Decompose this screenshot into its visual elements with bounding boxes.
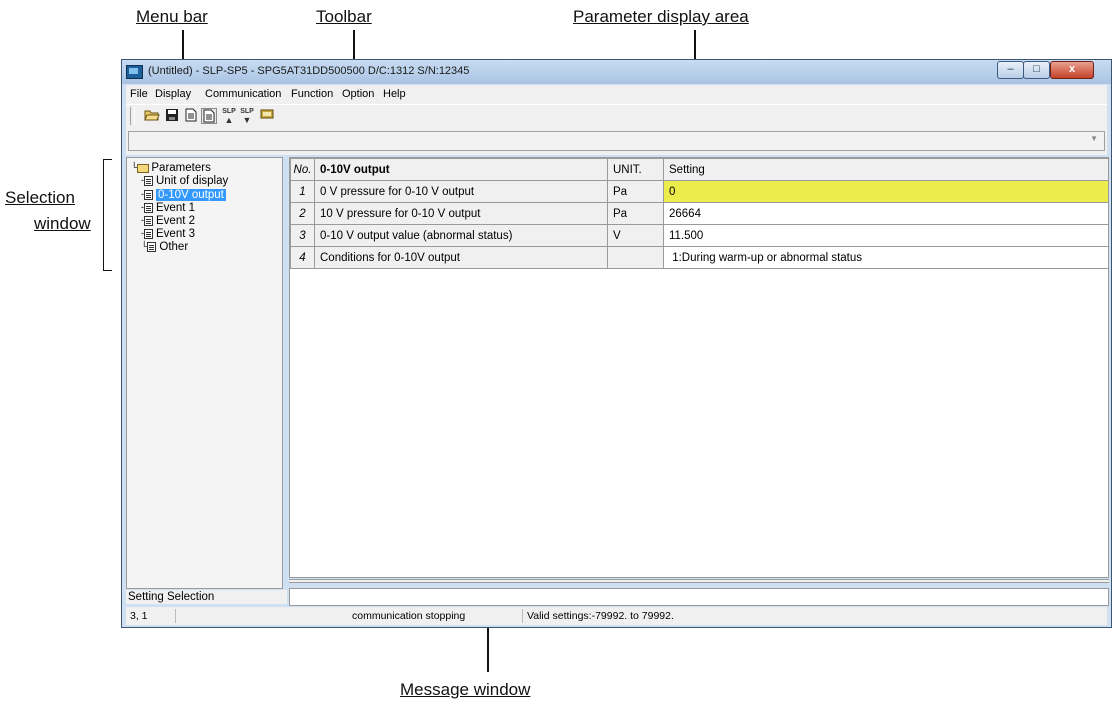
- row-no: 2: [290, 202, 315, 225]
- document-icon: [144, 229, 153, 239]
- menu-file[interactable]: File: [130, 88, 148, 100]
- menu-bar: File Display Communication Function Opti…: [126, 85, 1107, 104]
- tree-item-event-3[interactable]: - Event 3: [141, 228, 195, 241]
- app-window: (Untitled) - SLP-SP5 - SPG5AT31DD500500 …: [121, 59, 1112, 628]
- save-disk-icon[interactable]: [164, 108, 180, 124]
- message-label: Setting Selection: [128, 591, 215, 603]
- menu-option[interactable]: Option: [342, 88, 374, 100]
- menu-communication[interactable]: Communication: [205, 88, 281, 100]
- parameter-table: No. 0-10V output UNIT. Setting 1 0 V pre…: [290, 158, 1108, 269]
- slp-upload-icon[interactable]: SLP ▲: [221, 108, 237, 125]
- status-position: 3, 1: [130, 610, 148, 622]
- toolbar: SLP ▲ SLP ▼: [126, 104, 1107, 130]
- status-valid-settings: Valid settings:-79992. to 79992.: [522, 609, 827, 623]
- tree-item-label: 0-10V output: [156, 189, 226, 201]
- tree-item-label: Event 1: [156, 202, 195, 214]
- document-icon: [147, 242, 157, 252]
- window-title: (Untitled) - SLP-SP5 - SPG5AT31DD500500 …: [148, 65, 470, 77]
- close-button[interactable]: x: [1050, 61, 1094, 79]
- callout-selection-window-2: window: [34, 214, 91, 233]
- open-folder-icon[interactable]: [144, 108, 160, 124]
- title-bar[interactable]: (Untitled) - SLP-SP5 - SPG5AT31DD500500 …: [122, 60, 1111, 84]
- app-icon[interactable]: [126, 65, 143, 79]
- row-item: Conditions for 0-10V output: [314, 246, 608, 269]
- document-icon: [144, 190, 153, 200]
- row-item: 10 V pressure for 0-10 V output: [314, 202, 608, 225]
- row-no: 1: [290, 180, 315, 203]
- toolbar-grip[interactable]: [130, 107, 135, 125]
- row-unit: Pa: [607, 202, 664, 225]
- header-item: 0-10V output: [314, 158, 608, 181]
- tree-item-event-2[interactable]: - Event 2: [141, 215, 195, 228]
- callout-parameter-display-area: Parameter display area: [573, 7, 749, 26]
- row-setting-selected[interactable]: 0: [663, 180, 1108, 203]
- row-unit: V: [607, 224, 664, 247]
- callout-menu-bar: Menu bar: [136, 7, 208, 26]
- row-setting[interactable]: 1:During warm-up or abnormal status: [663, 246, 1108, 269]
- maximize-button[interactable]: □: [1023, 61, 1050, 79]
- header-unit: UNIT.: [607, 158, 664, 181]
- table-row: 1 0 V pressure for 0-10 V output Pa 0: [290, 180, 1108, 203]
- document-icon: [144, 216, 153, 226]
- row-unit: [607, 246, 664, 269]
- minimize-button[interactable]: –: [997, 61, 1024, 79]
- status-blank: [175, 609, 350, 623]
- tree-item-label: Event 3: [156, 228, 195, 240]
- row-item: 0 V pressure for 0-10 V output: [314, 180, 608, 203]
- callout-toolbar: Toolbar: [316, 7, 372, 26]
- document-active-icon[interactable]: [201, 108, 217, 124]
- header-no: No.: [290, 158, 315, 181]
- callout-selection-window-1: Selection: [5, 188, 75, 207]
- table-row: 2 10 V pressure for 0-10 V output Pa 266…: [290, 202, 1108, 225]
- chevron-down-icon[interactable]: ▼: [1090, 134, 1098, 143]
- tree-root-label: Parameters: [151, 162, 211, 174]
- folder-icon: [137, 164, 150, 173]
- tree-item-label: Unit of display: [156, 175, 229, 187]
- tree-item-0-10v-output[interactable]: -0-10V output: [141, 189, 226, 202]
- tree-item-event-1[interactable]: - Event 1: [141, 202, 195, 215]
- display-icon[interactable]: [259, 108, 275, 124]
- row-no: 4: [290, 246, 315, 269]
- selection-window-bracket: [103, 159, 112, 271]
- row-unit: Pa: [607, 180, 664, 203]
- menu-function[interactable]: Function: [291, 88, 333, 100]
- tree-root[interactable]: └ Parameters: [131, 162, 211, 175]
- callout-message-window: Message window: [400, 680, 531, 699]
- menu-help[interactable]: Help: [383, 88, 406, 100]
- document-icon: [144, 203, 153, 213]
- document-icon: [144, 176, 153, 186]
- tree-item-unit-of-display[interactable]: - Unit of display: [141, 175, 228, 188]
- row-setting[interactable]: 26664: [663, 202, 1108, 225]
- splitter[interactable]: [289, 579, 1109, 583]
- row-setting[interactable]: 11.500: [663, 224, 1108, 247]
- row-item: 0-10 V output value (abnormal status): [314, 224, 608, 247]
- header-setting: Setting: [663, 158, 1108, 181]
- slp-download-icon[interactable]: SLP ▼: [239, 108, 255, 125]
- message-window: [289, 588, 1109, 606]
- status-communication: communication stopping: [352, 610, 466, 622]
- parameter-display-area: No. 0-10V output UNIT. Setting 1 0 V pre…: [289, 157, 1109, 578]
- tree-item-label: Other: [159, 241, 189, 253]
- tree-item-label: Event 2: [156, 215, 195, 227]
- selector-combobox[interactable]: ▼: [128, 131, 1105, 151]
- document-icon[interactable]: [183, 108, 199, 124]
- table-header-row: No. 0-10V output UNIT. Setting: [290, 158, 1108, 181]
- message-label-area: Setting Selection: [126, 590, 287, 604]
- table-row: 4 Conditions for 0-10V output 1:During w…: [290, 246, 1108, 269]
- status-bar: 3, 1 communication stopping Valid settin…: [126, 607, 1107, 625]
- combo-row: ▼: [126, 128, 1107, 155]
- selection-window-tree: └ Parameters - Unit of display -0-10V outp…: [126, 157, 283, 589]
- table-row: 3 0-10 V output value (abnormal status) …: [290, 224, 1108, 247]
- row-no: 3: [290, 224, 315, 247]
- menu-display[interactable]: Display: [155, 88, 191, 100]
- tree-item-other[interactable]: └ Other: [141, 241, 188, 254]
